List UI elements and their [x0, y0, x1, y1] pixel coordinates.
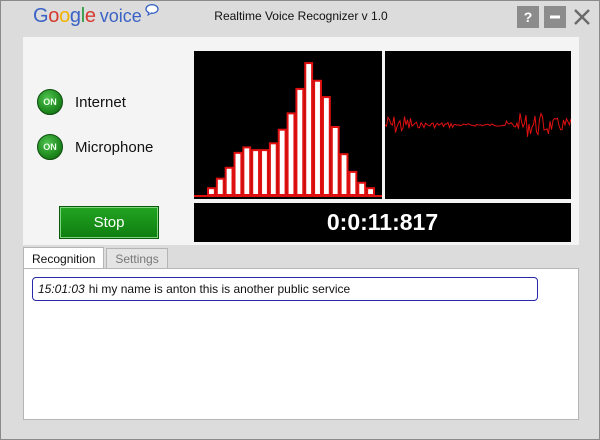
microphone-label: Microphone: [75, 138, 154, 156]
waveform-line: [384, 112, 572, 137]
histogram-bar: [339, 153, 349, 196]
microphone-status: ON Microphone: [37, 134, 153, 160]
histogram-bar: [286, 112, 296, 196]
histogram-bar: [224, 166, 234, 197]
result-text: hi my name is anton this is another publ…: [88, 282, 351, 296]
result-item[interactable]: 15:01:03 hi my name is anton this is ano…: [32, 277, 538, 301]
internet-led-icon: ON: [37, 89, 63, 115]
histogram-bar: [268, 142, 278, 196]
histogram-bar: [366, 187, 376, 196]
histogram-bar: [321, 96, 331, 196]
histogram-bar: [260, 149, 269, 197]
close-button[interactable]: [571, 6, 593, 28]
internet-label: Internet: [75, 93, 126, 111]
spectrum-histogram: [194, 51, 382, 199]
histogram-bar: [348, 170, 358, 196]
close-icon: [574, 9, 590, 25]
monitor-panel: ON Internet ON Microphone Stop 0:0:11:81…: [23, 37, 579, 245]
histogram-bar: [313, 79, 322, 196]
waveform-chart: [384, 112, 572, 137]
histogram-bar: [304, 62, 314, 196]
stop-button[interactable]: Stop: [59, 206, 159, 239]
minimize-icon: [550, 15, 560, 19]
minimize-button[interactable]: [544, 6, 566, 28]
histogram-bar: [330, 126, 340, 196]
histogram-chart: [194, 62, 382, 197]
internet-status: ON Internet: [37, 89, 126, 115]
tab-bar: Recognition Settings: [23, 247, 168, 270]
help-icon: ?: [523, 9, 533, 25]
window-title: Realtime Voice Recognizer v 1.0: [214, 9, 388, 23]
histogram-bar: [215, 177, 225, 196]
title-bar[interactable]: Google voice Realtime Voice Recognizer v…: [1, 1, 599, 35]
tab-recognition[interactable]: Recognition: [23, 247, 105, 270]
elapsed-timer: 0:0:11:817: [194, 203, 571, 242]
histogram-bar: [233, 151, 243, 196]
waveform-display: [384, 51, 572, 199]
result-timestamp: 15:01:03: [38, 282, 85, 296]
histogram-bar: [207, 187, 216, 196]
histogram-bar: [251, 149, 261, 197]
app-window: Google voice Realtime Voice Recognizer v…: [0, 0, 600, 440]
tab-settings[interactable]: Settings: [106, 248, 168, 269]
histogram-bar: [242, 146, 252, 196]
histogram-bar: [277, 128, 287, 196]
histogram-bar: [295, 87, 305, 196]
help-button[interactable]: ?: [517, 6, 539, 28]
histogram-bar: [357, 181, 367, 196]
microphone-led-icon: ON: [37, 134, 63, 160]
recognition-panel: 15:01:03 hi my name is anton this is ano…: [23, 268, 579, 420]
